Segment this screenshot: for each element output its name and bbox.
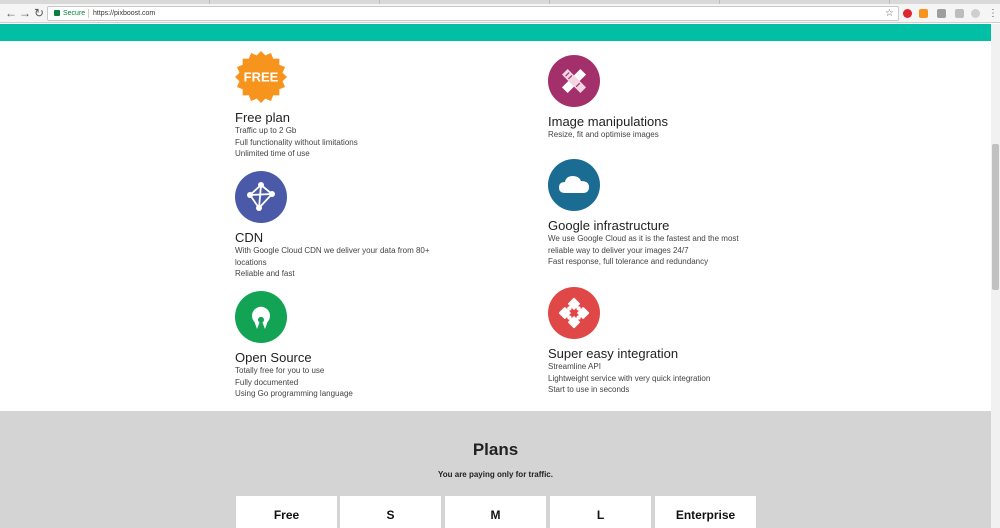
url-separator (88, 9, 89, 18)
plan-card-s[interactable]: S (340, 496, 441, 528)
plan-card-m[interactable]: M (445, 496, 546, 528)
feature-line: Resize, fit and optimise images (548, 130, 659, 139)
feature-line: We use Google Cloud as it is the fastest… (548, 234, 739, 243)
plan-name: S (386, 508, 395, 522)
browser-menu-icon[interactable]: ⋮ (988, 9, 998, 19)
lock-icon (54, 10, 60, 16)
chart-extension-icon[interactable] (919, 9, 928, 18)
browser-toolbar: ← → ↻ Secure https://pixboost.com ☆ ⋮ (0, 4, 1000, 23)
feature-line: reliable way to deliver your images 24/7 (548, 245, 689, 255)
feature-line: Fully documented (235, 377, 299, 387)
plans-subtitle: You are paying only for traffic. (438, 470, 553, 479)
plans-title: Plans (472, 440, 519, 459)
crossed-rulers-icon (548, 55, 600, 107)
address-bar[interactable]: Secure https://pixboost.com ☆ (47, 6, 899, 21)
plan-name: Free (273, 508, 300, 522)
plans-section: Plans You are paying only for traffic. F… (0, 411, 991, 528)
feature-line: Traffic up to 2 Gb (235, 126, 297, 135)
feature-line: With Google Cloud CDN we deliver your da… (235, 246, 430, 255)
plan-name: L (596, 508, 605, 522)
feature-line: Unlimited time of use (235, 149, 310, 158)
plan-card-free[interactable]: Free (236, 496, 337, 528)
feature-title: Super easy integration (548, 346, 679, 361)
feature-title: Open Source (235, 350, 312, 365)
feature-title: Free plan (235, 110, 290, 125)
opera-extension-icon[interactable] (903, 9, 912, 18)
back-button[interactable]: ← (4, 6, 18, 20)
features-section: FREE Free plan Traffic up to 2 Gb Full f… (0, 41, 991, 411)
plan-card-l[interactable]: L (550, 496, 651, 528)
feature-google-infrastructure: Google infrastructure We use Google Clou… (548, 159, 798, 268)
extension-icon[interactable] (955, 9, 964, 18)
puzzle-icon (548, 287, 600, 339)
feature-title: Google infrastructure (548, 218, 670, 233)
feature-line: Fast response, full tolerance and redund… (548, 257, 709, 266)
extension-icon[interactable] (937, 9, 946, 18)
feature-cdn: CDN With Google Cloud CDN we deliver you… (235, 171, 485, 280)
feature-free-plan: FREE Free plan Traffic up to 2 Gb Full f… (235, 51, 485, 160)
feature-title: Image manipulations (548, 114, 668, 129)
feature-line: locations (235, 257, 267, 267)
feature-line: Using Go programming language (235, 389, 353, 398)
page: FREE Free plan Traffic up to 2 Gb Full f… (0, 24, 991, 528)
feature-title: CDN (235, 230, 264, 245)
scrollbar-thumb[interactable] (992, 144, 999, 290)
bookmark-star-icon[interactable]: ☆ (885, 7, 894, 20)
url-text[interactable]: https://pixboost.com (93, 8, 155, 19)
feature-line: Lightweight service with very quick inte… (548, 373, 711, 383)
plan-card-enterprise[interactable]: Enterprise (655, 496, 756, 528)
feature-line: Totally free for you to use (235, 366, 325, 375)
plan-name: Enterprise (675, 508, 736, 522)
feature-line: Reliable and fast (235, 269, 295, 278)
plan-name: M (490, 508, 501, 522)
page-scrollbar[interactable] (991, 24, 1000, 528)
feature-open-source: Open Source Totally free for you to use … (235, 291, 485, 400)
open-source-icon (235, 291, 287, 343)
forward-button[interactable]: → (18, 6, 32, 20)
secure-label: Secure (63, 10, 86, 17)
free-badge-icon: FREE (235, 51, 287, 103)
feature-image-manipulations: Image manipulations Resize, fit and opti… (548, 55, 798, 141)
feature-line: Streamline API (548, 362, 601, 371)
feature-easy-integration: Super easy integration Streamline API Li… (548, 287, 798, 396)
feature-line: Start to use in seconds (548, 385, 630, 394)
hero-band (0, 24, 991, 41)
cloud-icon (548, 159, 600, 211)
feature-line: Full functionality without limitations (235, 137, 358, 147)
free-badge-text: FREE (244, 70, 279, 85)
shield-extension-icon[interactable] (971, 9, 980, 18)
network-nodes-icon (235, 171, 287, 223)
reload-button[interactable]: ↻ (32, 6, 46, 20)
